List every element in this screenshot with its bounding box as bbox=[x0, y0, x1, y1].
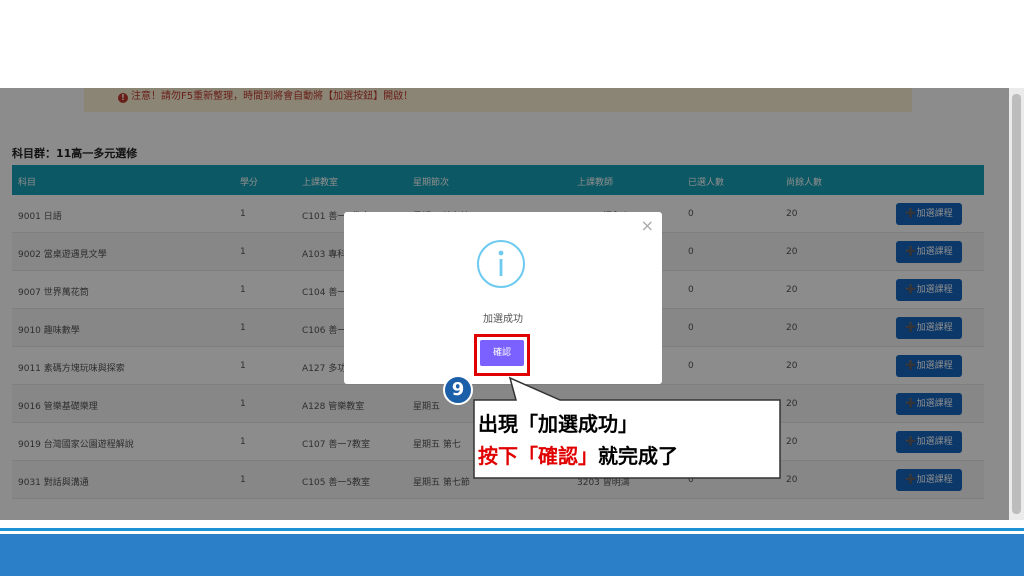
step-number-badge: 9 bbox=[443, 375, 473, 405]
callout-black-text: 就完成了 bbox=[598, 444, 678, 468]
close-icon[interactable]: × bbox=[641, 216, 654, 235]
callout-line-1: 出現「加選成功」 bbox=[478, 412, 638, 436]
footer-accent-line bbox=[0, 528, 1024, 531]
scrollbar[interactable] bbox=[1009, 88, 1024, 520]
dialog-message: 加選成功 bbox=[483, 314, 523, 325]
callout-line-2: 按下「確認」就完成了 bbox=[478, 440, 678, 472]
success-dialog: × 加選成功 確認 bbox=[344, 212, 662, 384]
confirm-button[interactable]: 確認 bbox=[480, 340, 524, 366]
scrollbar-thumb[interactable] bbox=[1012, 94, 1021, 514]
info-icon bbox=[477, 240, 525, 288]
footer-bar bbox=[0, 534, 1024, 576]
callout-red-text: 按下「確認」 bbox=[478, 444, 598, 468]
callout-text: 出現「加選成功」 按下「確認」就完成了 bbox=[478, 408, 678, 472]
